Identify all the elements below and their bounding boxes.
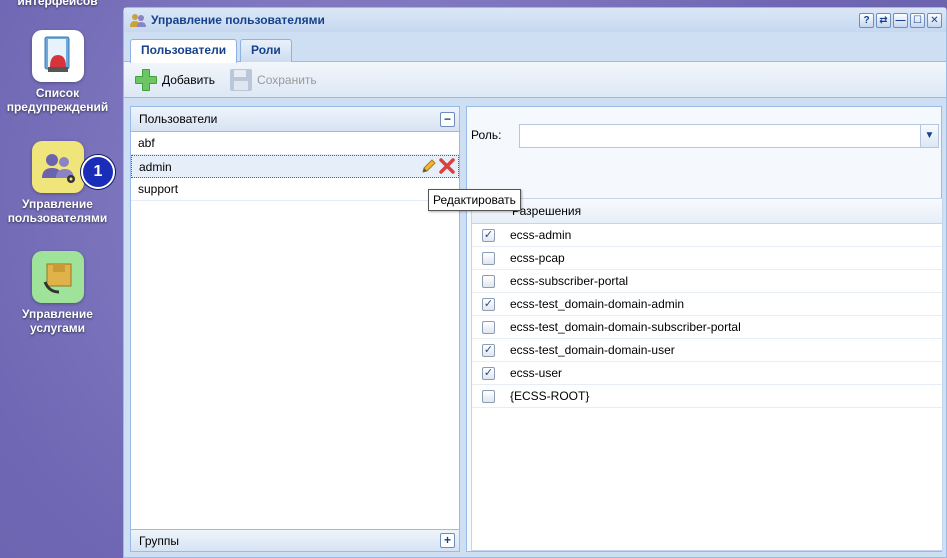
delete-x-icon[interactable] <box>438 158 456 174</box>
permission-row[interactable]: ecss-subscriber-portal <box>472 270 942 293</box>
user-name: admin <box>139 160 172 174</box>
user-row-abf[interactable]: abf <box>131 132 459 155</box>
window-tools: ? ⇄ — ☐ ✕ <box>859 12 942 28</box>
user-name: abf <box>138 136 155 150</box>
callout-badge-1: 1 <box>81 155 115 189</box>
permission-name: ecss-test_domain-domain-subscriber-porta… <box>510 320 741 334</box>
role-permissions-panel: Роль: ▼ Разрешения ✓ ecss-admin ecss-pcap e… <box>466 106 943 552</box>
permissions-grid: Разрешения ✓ ecss-admin ecss-pcap ecss-subs… <box>471 198 943 551</box>
user-row-support[interactable]: support <box>131 178 459 201</box>
window-titlebar[interactable]: Управление пользователями ? ⇄ — ☐ ✕ <box>124 8 946 32</box>
user-row-admin[interactable]: admin <box>131 155 459 178</box>
desktop-icon-alerts[interactable]: Список предупреждений <box>0 30 115 114</box>
permission-checkbox[interactable] <box>482 390 495 403</box>
permission-checkbox[interactable]: ✓ <box>482 344 495 357</box>
chevron-down-icon[interactable]: ▼ <box>920 125 938 147</box>
permission-checkbox[interactable] <box>482 275 495 288</box>
permission-row[interactable]: ✓ ecss-user <box>472 362 942 385</box>
role-label: Роль: <box>471 128 502 142</box>
desktop-icon-user-management-label: Управление пользователями <box>7 197 108 225</box>
permissions-header-label: Разрешения <box>512 204 582 218</box>
floppy-disk-icon <box>230 68 253 91</box>
groups-label: Группы <box>139 534 179 548</box>
role-select[interactable]: ▼ <box>519 124 939 148</box>
permission-checkbox[interactable]: ✓ <box>482 229 495 242</box>
services-phone-icon <box>31 251 84 303</box>
permission-checkbox[interactable] <box>482 321 495 334</box>
permission-row[interactable]: ✓ ecss-test_domain-domain-user <box>472 339 942 362</box>
permission-checkbox[interactable]: ✓ <box>482 367 495 380</box>
save-button-label: Сохранить <box>257 72 317 87</box>
permission-name: {ECSS-ROOT} <box>510 389 590 403</box>
tab-users[interactable]: Пользователи <box>130 39 238 63</box>
window-title: Управление пользователями <box>151 13 325 27</box>
tab-bar: Пользователи Роли <box>124 32 946 63</box>
plus-icon <box>135 68 157 91</box>
minimize-button[interactable]: — <box>893 12 908 28</box>
close-button[interactable]: ✕ <box>927 12 942 28</box>
desktop-icon-services-label: Управление услугами <box>22 307 93 335</box>
permission-name: ecss-pcap <box>510 251 565 265</box>
permission-row[interactable]: ecss-test_domain-domain-subscriber-porta… <box>472 316 942 339</box>
users-gear-icon <box>31 141 84 193</box>
permission-row[interactable]: ✓ ecss-admin <box>472 224 942 247</box>
permission-name: ecss-subscriber-portal <box>510 274 629 288</box>
desktop-icon-alerts-label: Список предупреждений <box>6 86 109 114</box>
permissions-header: Разрешения <box>472 199 942 224</box>
users-panel: Пользователи − abf admin support Группы … <box>130 106 460 552</box>
row-actions <box>421 158 456 174</box>
user-management-window: Управление пользователями ? ⇄ — ☐ ✕ Поль… <box>123 7 947 558</box>
add-button-label: Добавить <box>162 72 216 87</box>
maximize-button[interactable]: ☐ <box>910 12 925 28</box>
groups-panel-header[interactable]: Группы + <box>131 529 459 551</box>
save-button[interactable]: Сохранить <box>229 68 317 92</box>
permissions-rows: ✓ ecss-admin ecss-pcap ecss-subscriber-port… <box>472 224 942 408</box>
permission-checkbox[interactable]: ✓ <box>482 298 495 311</box>
window-body: Пользователи − abf admin support Группы … <box>128 105 943 555</box>
desktop-icon-services[interactable]: Управление услугами <box>0 251 115 335</box>
desktop: интерфейсов Список предупреждений Управл… <box>0 0 120 558</box>
edit-tooltip: Редактировать <box>428 189 521 211</box>
permission-name: ecss-user <box>510 366 563 380</box>
user-name: support <box>138 182 179 196</box>
edit-pencil-icon[interactable] <box>421 158 437 174</box>
permission-row[interactable]: ✓ ecss-test_domain-domain-admin <box>472 293 942 316</box>
users-panel-header: Пользователи − <box>131 107 459 132</box>
toolbar: Добавить Сохранить <box>124 62 946 98</box>
add-button[interactable]: Добавить <box>134 68 215 92</box>
permission-row[interactable]: {ECSS-ROOT} <box>472 385 942 408</box>
users-panel-title: Пользователи <box>139 112 218 126</box>
permission-name: ecss-admin <box>510 228 572 242</box>
permission-name: ecss-test_domain-domain-admin <box>510 297 685 311</box>
expand-groups-button[interactable]: + <box>440 533 455 548</box>
role-field-row: Роль: ▼ <box>471 124 941 148</box>
help-button[interactable]: ? <box>859 12 874 28</box>
alerts-list-icon <box>31 30 84 82</box>
permission-name: ecss-test_domain-domain-user <box>510 343 675 357</box>
users-icon <box>130 14 146 27</box>
refresh-button[interactable]: ⇄ <box>876 12 891 28</box>
permission-checkbox[interactable] <box>482 252 495 265</box>
collapse-button[interactable]: − <box>440 112 455 127</box>
permission-row[interactable]: ecss-pcap <box>472 247 942 270</box>
desktop-partial-label: интерфейсов <box>17 0 98 8</box>
tab-roles[interactable]: Роли <box>240 39 292 62</box>
